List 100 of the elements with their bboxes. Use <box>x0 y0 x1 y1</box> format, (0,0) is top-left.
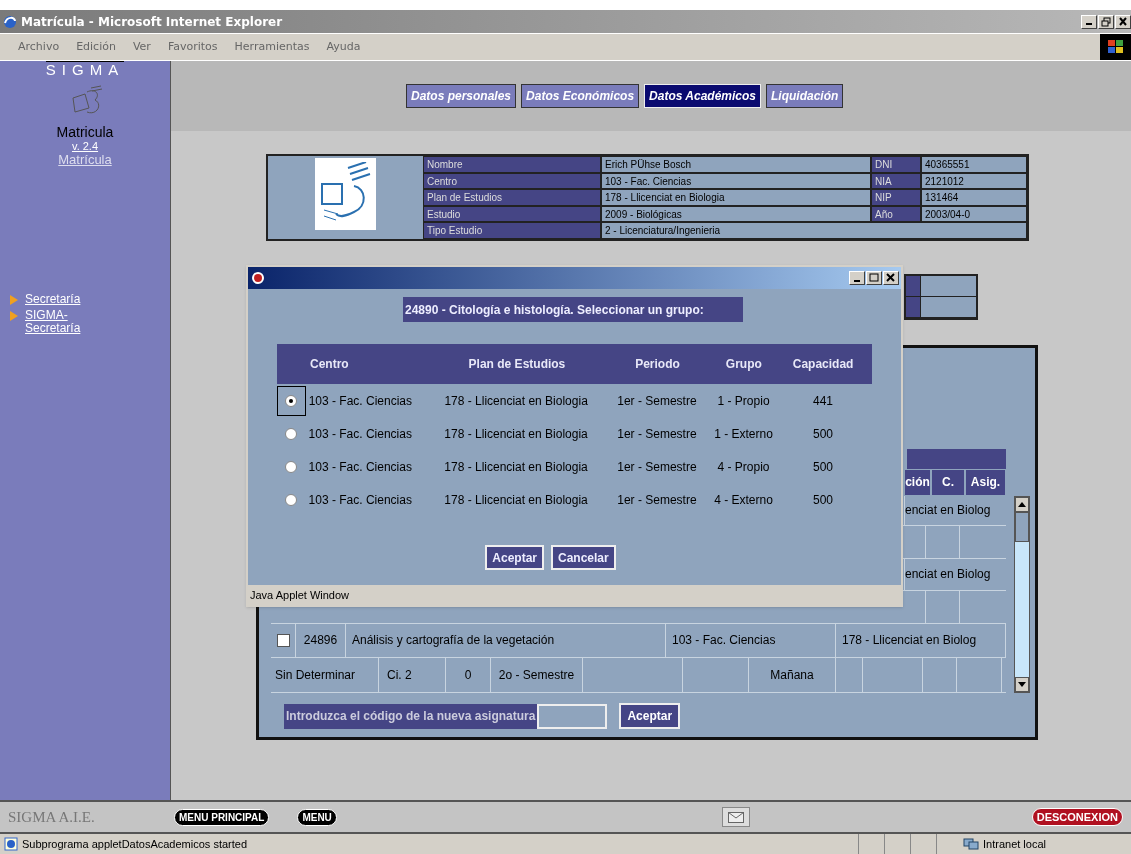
table-cell-text: 4 - Externo <box>713 491 774 509</box>
mail-button[interactable] <box>721 807 750 827</box>
scrollbar[interactable] <box>1014 495 1030 693</box>
close-button[interactable] <box>1115 14 1131 29</box>
tab[interactable]: Datos personales <box>406 84 517 108</box>
zone-text: Intranet local <box>983 838 1046 850</box>
status-text: Subprograma appletDatosAcademicos started <box>22 838 247 850</box>
version-text: v. 2.4 <box>71 140 99 153</box>
table-cell-text: 500 <box>811 425 834 443</box>
menu-item[interactable]: Favoritos <box>167 38 218 56</box>
table-cell-text: 500 <box>811 491 834 509</box>
table-cell: enciat en Biolog <box>904 495 1006 525</box>
envelope-icon <box>727 811 744 823</box>
column-header: Plan de Estudios <box>467 356 567 373</box>
minimize-button[interactable] <box>1081 14 1097 29</box>
table-cell-text: 1er - Semestre <box>616 458 698 476</box>
field-value: 131464 <box>921 189 1027 206</box>
dialog-heading: 24890 - Citología e histología. Seleccionar un grupo: <box>403 297 743 322</box>
table-cell-text: 103 - Fac. Ciencias <box>307 458 413 476</box>
network-icon <box>963 837 979 851</box>
table-cell-text: 1er - Semestre <box>616 425 698 443</box>
dialog-button[interactable]: Aceptar <box>485 545 544 570</box>
table-cell-text: 4 - Propio <box>716 458 771 476</box>
menu-button[interactable]: MENU PRINCIPAL <box>174 808 270 826</box>
field-label: NIP <box>871 189 921 206</box>
scroll-down-button[interactable] <box>1015 676 1029 692</box>
radio-button[interactable] <box>285 493 298 506</box>
field-label: Tipo Estudio <box>423 222 601 239</box>
logout-button[interactable]: DESCONEXION <box>1031 808 1123 826</box>
up-arrow-icon <box>1018 501 1026 507</box>
scroll-up-button[interactable] <box>1015 496 1029 512</box>
table-cell: 178 - Llicenciat en Biolog <box>836 623 1006 657</box>
maximize-icon <box>869 273 879 283</box>
table-cell-text: 500 <box>811 458 834 476</box>
minimize-button[interactable] <box>849 271 865 285</box>
menu-item[interactable]: Ayuda <box>326 38 361 56</box>
field-value: 2 - Licenciatura/Ingenieria <box>601 222 1027 239</box>
code-input[interactable] <box>537 703 608 729</box>
field-label: Nombre <box>423 156 601 173</box>
checkbox[interactable] <box>276 633 290 647</box>
table-cell-text: 103 - Fac. Ciencias <box>307 425 413 443</box>
table-cell-text: 1 - Externo <box>713 425 774 443</box>
accept-button[interactable]: Aceptar <box>619 703 681 729</box>
java-icon <box>250 270 266 286</box>
applet-footer: Java Applet Window <box>248 585 901 605</box>
radio-button[interactable] <box>285 427 298 440</box>
restore-button[interactable] <box>1098 14 1114 29</box>
column-header: ción <box>904 468 931 496</box>
column-header: Centro <box>309 356 350 373</box>
maximize-button[interactable] <box>866 271 882 285</box>
browser-icon <box>2 13 18 30</box>
close-icon <box>886 273 896 283</box>
tab[interactable]: Liquidación <box>766 84 844 108</box>
restore-icon <box>1101 16 1111 27</box>
radio-button[interactable] <box>285 460 298 473</box>
close-button[interactable] <box>883 271 899 285</box>
tab[interactable]: Datos Económicos <box>521 84 640 108</box>
table-cell: Sin Determinar <box>271 657 379 692</box>
table-cell-text: 178 - Llicenciat en Biologia <box>443 392 589 410</box>
table-cell: 24896 <box>296 623 346 657</box>
column-header: Periodo <box>634 356 681 373</box>
field-label: Plan de Estudios <box>423 189 601 206</box>
table-cell-text: 1er - Semestre <box>616 392 698 410</box>
sigma-brand: SIGMA <box>45 61 125 77</box>
column-header: C. <box>931 468 965 496</box>
table-cell-text: 441 <box>812 392 834 410</box>
table-cell-text: 1 - Propio <box>716 392 771 410</box>
table-cell: 0 <box>446 657 491 692</box>
table-cell-text: 178 - Llicenciat en Biologia <box>443 458 589 476</box>
scroll-thumb[interactable] <box>1015 511 1029 542</box>
tab[interactable]: Datos Académicos <box>644 84 761 108</box>
table-cell: Ci. 2 <box>379 657 446 692</box>
menu-item[interactable]: Archivo <box>18 38 60 56</box>
table-cell <box>921 275 976 296</box>
nav-link[interactable]: SIGMA-Secretaría <box>25 309 95 335</box>
table-cell-text: 103 - Fac. Ciencias <box>307 392 414 410</box>
table-cell-text: 178 - Llicenciat en Biologia <box>443 425 589 443</box>
menu-button[interactable]: MENU <box>297 808 337 826</box>
dialog-button[interactable]: Cancelar <box>551 545 616 570</box>
table-cell: Mañana <box>749 657 836 692</box>
menu-item[interactable]: Ver <box>132 38 151 56</box>
window-title: Matrícula - Microsoft Internet Explorer <box>21 13 283 31</box>
page-icon <box>4 837 18 851</box>
table-cell <box>921 296 976 317</box>
down-arrow-icon <box>1018 681 1026 687</box>
table-cell-text: 178 - Llicenciat en Biologia <box>443 491 589 509</box>
column-header: Grupo <box>724 356 763 373</box>
menu-item[interactable]: Edición <box>76 38 116 56</box>
matricula-link[interactable]: Matrícula <box>58 153 112 167</box>
field-label: DNI <box>871 156 921 173</box>
close-icon <box>1118 16 1128 27</box>
menu-item[interactable]: Herramientas <box>234 38 310 56</box>
radio-button[interactable] <box>285 394 298 407</box>
computer-logo-icon <box>315 158 376 230</box>
field-value: 40365551 <box>921 156 1027 173</box>
nav-link[interactable]: Secretaría <box>25 293 95 306</box>
table-cell: enciat en Biolog <box>904 558 1006 590</box>
field-value: 178 - Llicenciat en Biologia <box>601 189 871 206</box>
minimize-icon <box>1086 23 1092 25</box>
brand-text: SIGMA A.I.E. <box>8 807 96 827</box>
